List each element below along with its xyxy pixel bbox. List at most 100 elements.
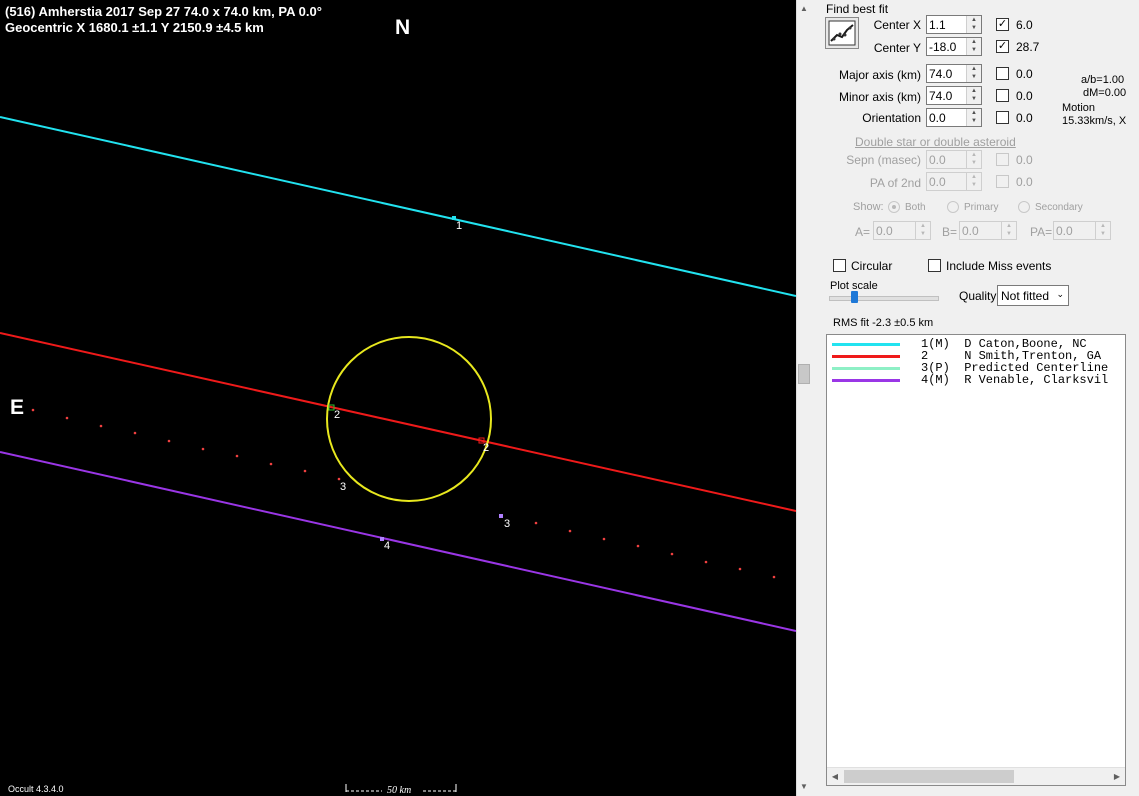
chord-line-2: [0, 332, 796, 512]
chevron-down-icon: ⌄: [1056, 289, 1064, 299]
scroll-up-icon[interactable]: ▲: [798, 2, 810, 16]
chord-line-4: [0, 451, 796, 632]
east-label: E: [10, 396, 25, 419]
down-arrow-icon[interactable]: ▼: [967, 73, 981, 81]
up-arrow-icon[interactable]: ▲: [967, 109, 981, 117]
plot-vertical-scrollbar[interactable]: ▲ ▼: [796, 0, 812, 796]
pa-2nd-check-value: 0.0: [1016, 175, 1033, 189]
show-secondary-radio[interactable]: [1018, 201, 1030, 213]
up-arrow-icon[interactable]: ▲: [967, 16, 981, 24]
up-arrow-icon[interactable]: ▲: [1096, 222, 1110, 230]
predicted-dot: [602, 537, 606, 541]
center-y-label: Center Y: [873, 41, 921, 55]
down-arrow-icon[interactable]: ▼: [967, 46, 981, 54]
up-arrow-icon[interactable]: ▲: [1002, 222, 1016, 230]
plot-geocentric: Geocentric X 1680.1 ±1.1 Y 2150.9 ±4.5 k…: [5, 20, 264, 35]
pa-2nd-stepper[interactable]: 0.0 ▲ ▼: [926, 172, 982, 191]
predicted-dot: [704, 560, 708, 564]
predicted-dot: [772, 575, 776, 579]
up-arrow-icon[interactable]: ▲: [967, 38, 981, 46]
dm-value: dM=0.00: [1083, 87, 1127, 99]
include-miss-label: Include Miss events: [946, 259, 1052, 273]
fitted-ellipse: [326, 336, 492, 502]
predicted-dot: [133, 431, 137, 435]
center-x-checkbox[interactable]: ✓: [996, 18, 1009, 31]
quality-select[interactable]: Not fitted ⌄: [997, 285, 1069, 306]
center-y-checkbox[interactable]: ✓: [996, 40, 1009, 53]
orientation-checkbox[interactable]: [996, 111, 1009, 124]
major-axis-stepper[interactable]: 74.0 ▲ ▼: [926, 64, 982, 83]
chord-line-1: [0, 116, 796, 297]
plot-scale-slider[interactable]: [829, 296, 939, 301]
up-arrow-icon[interactable]: ▲: [967, 151, 981, 159]
b-value: 0.0: [962, 224, 979, 238]
scroll-thumb[interactable]: [798, 364, 810, 384]
center-x-stepper[interactable]: 1.1 ▲ ▼: [926, 15, 982, 34]
up-arrow-icon[interactable]: ▲: [967, 87, 981, 95]
show-label: Show:: [853, 201, 884, 213]
observer-legend-list[interactable]: 1(M) D Caton,Boone, NC 2 N Smith,Trenton…: [826, 334, 1126, 786]
find-best-fit-label: Find best fit: [826, 2, 889, 16]
b-stepper[interactable]: 0.0 ▲ ▼: [959, 221, 1017, 240]
north-label: N: [395, 16, 411, 39]
up-arrow-icon[interactable]: ▲: [967, 65, 981, 73]
chord-number: 2: [334, 409, 341, 421]
orientation-check-value: 0.0: [1016, 111, 1033, 125]
motion-label: Motion: [1062, 102, 1096, 114]
down-arrow-icon[interactable]: ▼: [1002, 230, 1016, 238]
major-axis-check-value: 0.0: [1016, 67, 1033, 81]
center-y-stepper[interactable]: -18.0 ▲ ▼: [926, 37, 982, 56]
sepn-stepper[interactable]: 0.0 ▲ ▼: [926, 150, 982, 169]
minor-axis-checkbox[interactable]: [996, 89, 1009, 102]
a-stepper[interactable]: 0.0 ▲ ▼: [873, 221, 931, 240]
predicted-dot: [670, 552, 674, 556]
orientation-value: 0.0: [929, 111, 946, 125]
down-arrow-icon[interactable]: ▼: [967, 24, 981, 32]
down-arrow-icon[interactable]: ▼: [967, 181, 981, 189]
show-both-radio[interactable]: [888, 201, 900, 213]
legend-horizontal-scrollbar[interactable]: ◀ ▶: [827, 767, 1125, 785]
scroll-thumb[interactable]: [844, 770, 1014, 783]
a-value: 0.0: [876, 224, 893, 238]
circular-checkbox[interactable]: [833, 259, 846, 272]
legend-text: 4(M) R Venable, Clarksvil: [921, 373, 1109, 387]
scroll-left-icon[interactable]: ◀: [828, 769, 842, 784]
predicted-dot: [235, 454, 239, 458]
down-arrow-icon[interactable]: ▼: [967, 159, 981, 167]
up-arrow-icon[interactable]: ▲: [916, 222, 930, 230]
major-axis-checkbox[interactable]: [996, 67, 1009, 80]
show-secondary-label: Secondary: [1035, 202, 1083, 213]
predicted-dot: [303, 469, 307, 473]
predicted-dot: [99, 424, 103, 428]
show-primary-radio[interactable]: [947, 201, 959, 213]
double-star-header: Double star or double asteroid: [855, 135, 1016, 149]
scroll-down-icon[interactable]: ▼: [798, 780, 810, 794]
predicted-dot: [31, 408, 35, 412]
quality-label: Quality: [959, 289, 997, 303]
up-arrow-icon[interactable]: ▲: [967, 173, 981, 181]
predicted-dot: [568, 529, 572, 533]
down-arrow-icon[interactable]: ▼: [967, 95, 981, 103]
b-label: B=: [942, 225, 958, 239]
show-primary-label: Primary: [964, 202, 999, 213]
down-arrow-icon[interactable]: ▼: [1096, 230, 1110, 238]
minor-axis-stepper[interactable]: 74.0 ▲ ▼: [926, 86, 982, 105]
predicted-dot: [738, 567, 742, 571]
sepn-label: Sepn (masec): [846, 153, 921, 167]
center-x-check-value: 6.0: [1016, 18, 1033, 32]
scroll-right-icon[interactable]: ▶: [1110, 769, 1124, 784]
plot-scale-slider-thumb[interactable]: [851, 291, 858, 303]
orientation-stepper[interactable]: 0.0 ▲ ▼: [926, 108, 982, 127]
occultation-plot[interactable]: (516) Amherstia 2017 Sep 27 74.0 x 74.0 …: [0, 0, 796, 796]
ab-ratio: a/b=1.00: [1081, 74, 1125, 86]
center-x-label: Center X: [873, 18, 921, 32]
pa-stepper[interactable]: 0.0 ▲ ▼: [1053, 221, 1111, 240]
pa-label: PA=: [1030, 225, 1053, 239]
include-miss-checkbox[interactable]: [928, 259, 941, 272]
pa-2nd-checkbox[interactable]: [996, 175, 1009, 188]
down-arrow-icon[interactable]: ▼: [967, 117, 981, 125]
pa-2nd-label: PA of 2nd: [869, 176, 921, 190]
sepn-checkbox[interactable]: [996, 153, 1009, 166]
circular-label: Circular: [851, 259, 893, 273]
down-arrow-icon[interactable]: ▼: [916, 230, 930, 238]
